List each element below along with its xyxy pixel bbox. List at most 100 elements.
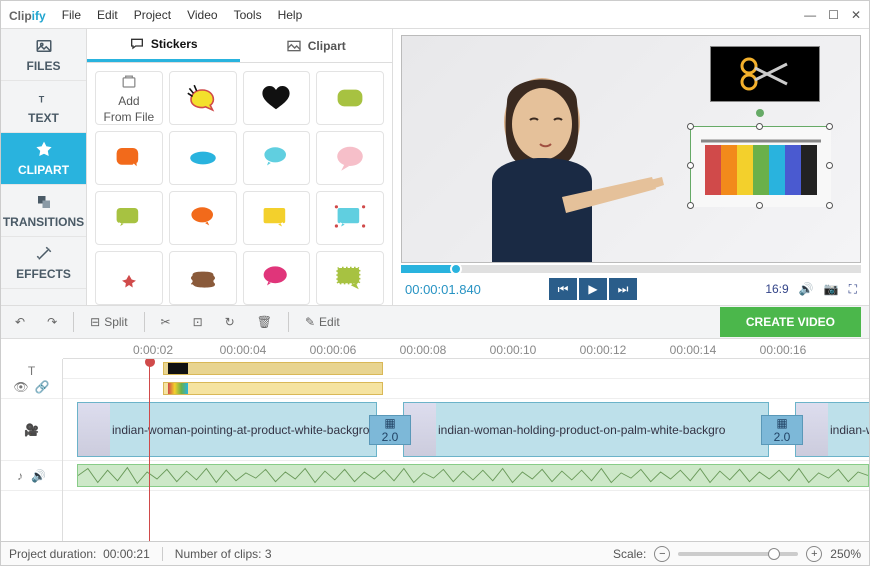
maximize-button[interactable]: ☐ [828, 8, 839, 22]
undo-button[interactable]: ↶ [9, 311, 31, 333]
sticker-item[interactable] [169, 191, 237, 245]
video-clip-2[interactable]: indian-woman-holding-product-on-palm-whi… [403, 402, 769, 457]
video-clip-3[interactable]: indian-wo [795, 402, 869, 457]
sidebar-label: EFFECTS [16, 267, 71, 281]
sidebar-item-effects[interactable]: EFFECTS [1, 237, 86, 289]
sidebar-item-text[interactable]: T TEXT [1, 81, 86, 133]
tab-clipart[interactable]: Clipart [240, 29, 393, 62]
scale-label: Scale: [613, 547, 646, 561]
overlay-clothes-rack[interactable] [690, 126, 830, 206]
snapshot-icon[interactable]: 📷 [824, 282, 839, 296]
menu-file[interactable]: File [62, 8, 81, 22]
zoom-slider[interactable] [678, 552, 798, 556]
status-clips: Number of clips: 3 [175, 547, 272, 561]
preview-panel: 00:00:01.840 ⏮ ▶ ⏭ 16:9 🔊 📷 ⛶ [393, 29, 869, 305]
cut-button[interactable]: ✂ [155, 311, 177, 333]
audio-clip[interactable] [77, 464, 869, 487]
sticker-item[interactable] [243, 251, 311, 305]
zoom-control: Scale: − + 250% [613, 546, 861, 562]
image-icon [35, 37, 53, 55]
status-duration: Project duration: 00:00:21 [9, 547, 150, 561]
aspect-ratio[interactable]: 16:9 [765, 282, 788, 296]
redo-button[interactable]: ↷ [41, 311, 63, 333]
sticker-browser: Stickers Clipart Add From File [87, 29, 393, 305]
sidebar-label: CLIPART [18, 163, 69, 177]
edit-button[interactable]: ✎ Edit [299, 311, 346, 333]
sidebar-item-clipart[interactable]: CLIPART [1, 133, 86, 185]
layers-icon [35, 193, 53, 211]
minimize-button[interactable]: — [804, 8, 816, 22]
sticker-item[interactable] [243, 131, 311, 185]
sidebar-label: TRANSITIONS [3, 215, 84, 229]
fullscreen-icon[interactable]: ⛶ [849, 282, 857, 297]
volume-icon[interactable]: 🔊 [799, 282, 814, 296]
main-menu: File Edit Project Video Tools Help [62, 8, 804, 22]
overlay-scissors[interactable] [710, 46, 820, 102]
sticker-item[interactable] [169, 71, 237, 125]
camera-icon: 🎥 [24, 423, 39, 437]
preview-controls: 00:00:01.840 ⏮ ▶ ⏭ 16:9 🔊 📷 ⛶ [401, 273, 861, 305]
preview-progress[interactable] [401, 265, 861, 273]
video-clip-1[interactable]: indian-woman-pointing-at-product-white-b… [77, 402, 377, 457]
rotate-button[interactable]: ↻ [219, 311, 241, 333]
menu-edit[interactable]: Edit [97, 8, 118, 22]
track-head-video[interactable]: 🎥 [1, 399, 62, 461]
link-icon[interactable]: 🔗 [35, 380, 50, 394]
progress-thumb[interactable] [450, 263, 462, 275]
overlay-clip-1[interactable] [163, 362, 383, 375]
chat-icon [129, 36, 145, 52]
sidebar-item-transitions[interactable]: TRANSITIONS [1, 185, 86, 237]
scissors-icon [735, 54, 795, 94]
eye-icon[interactable]: 👁 [13, 380, 28, 394]
sticker-item[interactable] [95, 131, 163, 185]
preview-viewport[interactable] [401, 35, 861, 263]
transition-1[interactable]: ▦2.0 [369, 415, 411, 445]
sticker-item[interactable] [95, 251, 163, 305]
track-head-audio[interactable]: ♪🔊 [1, 461, 62, 491]
svg-text:T: T [38, 94, 44, 104]
split-button[interactable]: ⊟ Split [84, 311, 133, 333]
sticker-add-from-file[interactable]: Add From File [95, 71, 163, 125]
sticker-item[interactable] [243, 71, 311, 125]
track-head-text[interactable]: T👁🔗 [1, 359, 62, 399]
wand-icon [35, 245, 53, 263]
sticker-item[interactable] [169, 131, 237, 185]
delete-button[interactable]: 🗑 [251, 311, 278, 333]
menu-tools[interactable]: Tools [234, 8, 262, 22]
sticker-item[interactable] [316, 131, 384, 185]
sidebar-item-files[interactable]: FILES [1, 29, 86, 81]
timeline-ruler[interactable]: 0:00:02 00:00:04 00:00:06 00:00:08 00:00… [63, 339, 869, 359]
woman-figure [422, 62, 692, 262]
tab-label: Stickers [151, 37, 198, 51]
sticker-item[interactable] [169, 251, 237, 305]
sticker-item[interactable] [316, 191, 384, 245]
transition-2[interactable]: ▦2.0 [761, 415, 803, 445]
play-button[interactable]: ▶ [579, 278, 607, 300]
crop-button[interactable]: ⊡ [187, 311, 209, 333]
text-icon: T [35, 89, 53, 107]
star-icon [35, 141, 53, 159]
sticker-item[interactable] [95, 191, 163, 245]
track-body[interactable]: indian-woman-pointing-at-product-white-b… [63, 359, 869, 541]
zoom-thumb[interactable] [768, 548, 780, 560]
playhead[interactable] [149, 359, 150, 541]
tab-stickers[interactable]: Stickers [87, 29, 240, 62]
rotate-handle[interactable] [756, 109, 764, 117]
speaker-icon[interactable]: 🔊 [31, 469, 46, 483]
overlay-clip-2[interactable] [163, 382, 383, 395]
zoom-in-button[interactable]: + [806, 546, 822, 562]
sticker-item[interactable] [316, 251, 384, 305]
zoom-out-button[interactable]: − [654, 546, 670, 562]
prev-button[interactable]: ⏮ [549, 278, 577, 300]
sticker-item[interactable] [316, 71, 384, 125]
create-video-button[interactable]: CREATE VIDEO [720, 307, 861, 337]
sticker-grid[interactable]: Add From File [87, 63, 392, 305]
menu-project[interactable]: Project [134, 8, 171, 22]
sticker-item[interactable] [243, 191, 311, 245]
next-button[interactable]: ⏭ [609, 278, 637, 300]
menu-video[interactable]: Video [187, 8, 217, 22]
menu-help[interactable]: Help [278, 8, 303, 22]
close-button[interactable]: ✕ [851, 8, 861, 22]
clothes-rack-image [691, 127, 831, 207]
note-icon: ♪ [17, 469, 23, 483]
